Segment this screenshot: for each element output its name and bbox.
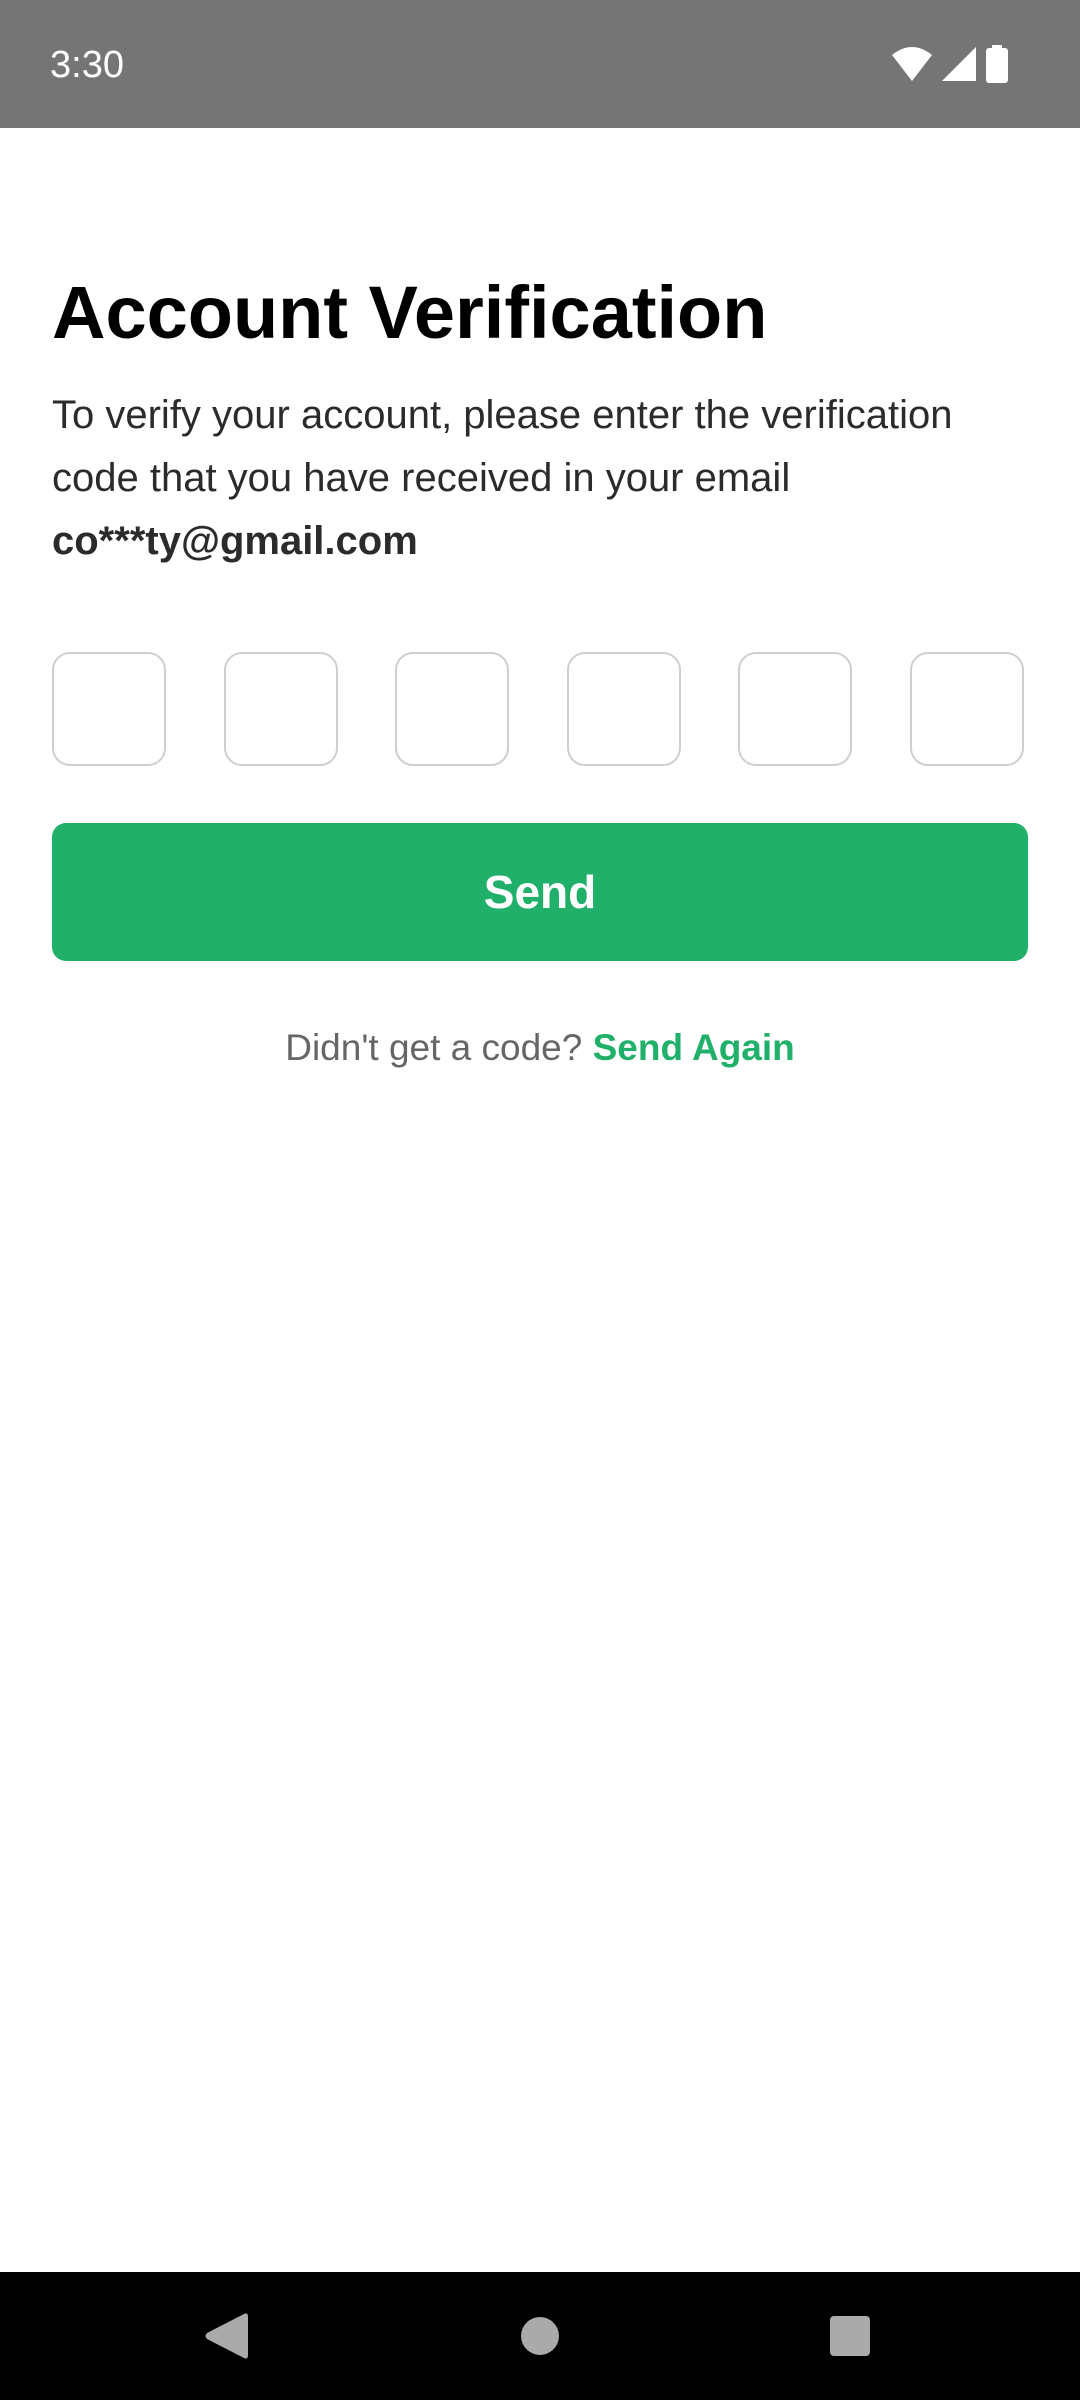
home-icon bbox=[520, 2316, 560, 2356]
home-button[interactable] bbox=[470, 2272, 610, 2400]
verification-screen: 3:30 Account Verification To verify your… bbox=[0, 0, 1080, 2400]
otp-digit-5[interactable] bbox=[738, 652, 852, 766]
recents-icon bbox=[830, 2316, 870, 2356]
description-text: To verify your account, please enter the… bbox=[52, 393, 953, 500]
send-again-link[interactable]: Send Again bbox=[593, 1027, 795, 1068]
back-icon bbox=[204, 2312, 248, 2360]
cellular-signal-icon bbox=[942, 47, 976, 81]
wifi-icon bbox=[892, 47, 932, 81]
recents-button[interactable] bbox=[780, 2272, 920, 2400]
otp-digit-1[interactable] bbox=[52, 652, 166, 766]
otp-digit-6[interactable] bbox=[910, 652, 1024, 766]
otp-digit-4[interactable] bbox=[567, 652, 681, 766]
otp-code-inputs bbox=[52, 652, 1028, 770]
otp-digit-3[interactable] bbox=[395, 652, 509, 766]
resend-row: Didn't get a code? Send Again bbox=[52, 1018, 1028, 1078]
back-button[interactable] bbox=[156, 2272, 296, 2400]
otp-digit-2[interactable] bbox=[224, 652, 338, 766]
navigation-bar bbox=[0, 2272, 1080, 2400]
page-title: Account Verification bbox=[52, 271, 768, 354]
masked-email: co***ty@gmail.com bbox=[52, 519, 418, 563]
status-time: 3:30 bbox=[50, 44, 124, 86]
page-description: To verify your account, please enter the… bbox=[52, 384, 1042, 573]
status-bar: 3:30 bbox=[0, 0, 1080, 128]
status-icons bbox=[892, 44, 1008, 84]
battery-icon bbox=[986, 45, 1008, 83]
send-button[interactable]: Send bbox=[52, 823, 1028, 961]
resend-prompt: Didn't get a code? bbox=[285, 1027, 583, 1068]
